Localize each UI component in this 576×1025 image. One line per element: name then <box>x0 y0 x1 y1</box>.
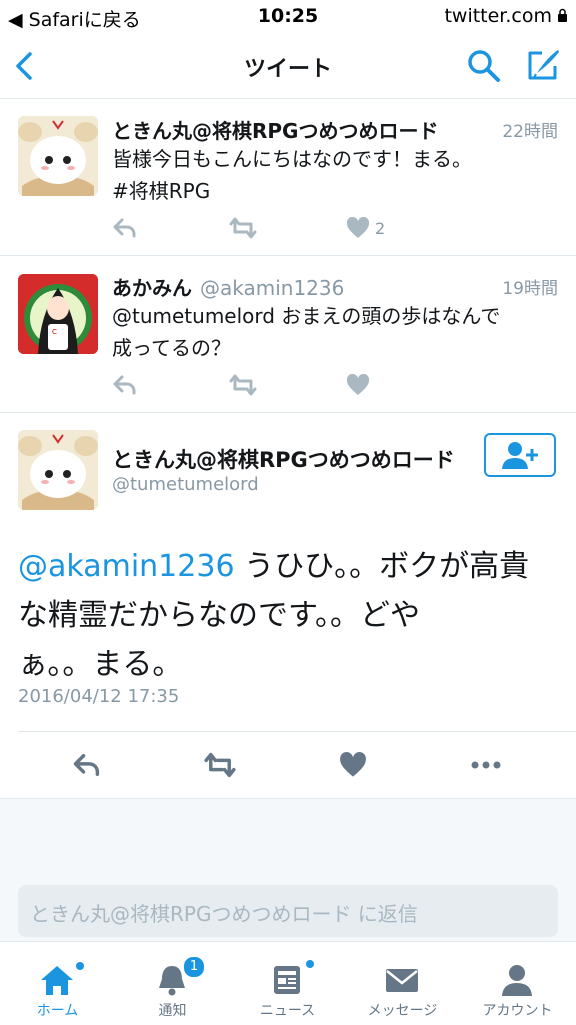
tab-notifications[interactable]: 1 通知 <box>115 942 230 1025</box>
heart-icon <box>346 217 370 238</box>
unread-dot <box>76 962 84 970</box>
tab-label: ホーム <box>36 1003 79 1019</box>
main-tweet-text: @akamin1236 うひひ。。ボクが高貴 な精霊だからなのです。。どや ぁ。… <box>18 542 558 689</box>
tweet-actions: 2 <box>112 215 412 241</box>
avatar-image <box>18 116 98 196</box>
author-handle: @akamin1236 <box>200 276 345 300</box>
tweet-text: 皆様今日もこんにちはなのです！まる。 #将棋RPG <box>112 143 552 207</box>
tab-messages[interactable]: メッセージ <box>345 942 460 1025</box>
tab-bar: ホーム 1 通知 ニュース メッセージ アカウント <box>0 941 576 1025</box>
tweet-text: @tumetumelord おまえの頭の歩はなんで 成ってるの？ <box>112 300 552 364</box>
avatar[interactable] <box>18 430 98 510</box>
tweet-author-name[interactable]: あかみん @akamin1236 <box>112 272 344 301</box>
reply-icon[interactable] <box>112 372 138 398</box>
hashtag-link[interactable]: #将棋RPG <box>112 175 552 207</box>
like-count: 2 <box>375 218 386 238</box>
follow-button[interactable] <box>484 433 556 477</box>
main-author-handle[interactable]: @tumetumelord <box>112 474 259 495</box>
reply-icon[interactable] <box>112 215 138 241</box>
tweet-time: 22時間 <box>502 122 558 142</box>
like-button[interactable]: 2 <box>346 215 385 241</box>
retweet-icon[interactable] <box>228 215 258 241</box>
heart-icon <box>346 374 370 395</box>
avatar[interactable] <box>18 116 98 196</box>
retweet-icon[interactable] <box>228 372 258 398</box>
search-icon[interactable] <box>466 48 502 84</box>
avatar[interactable]: C <box>18 274 98 354</box>
main-author-name[interactable]: ときん丸@将棋RPGつめつめロード <box>112 444 455 474</box>
tab-label: 通知 <box>158 1003 187 1019</box>
unread-dot <box>306 960 314 968</box>
tweet-actions <box>112 372 412 398</box>
tweet-text-line: 成ってるの？ <box>112 336 231 360</box>
author-name-text: ときん丸@将棋RPGつめつめロード <box>112 119 439 143</box>
add-user-icon <box>502 442 538 469</box>
tweet-text-line: 皆様今日もこんにちはなのです！まる。 <box>112 147 472 171</box>
tweet-text-line: @tumetumelord おまえの頭の歩はなんで <box>112 304 501 328</box>
notification-badge: 1 <box>183 956 205 978</box>
tweet-time: 19時間 <box>502 279 558 299</box>
like-button[interactable] <box>346 372 370 398</box>
reply-input[interactable]: ときん丸@将棋RPGつめつめロード に返信 <box>18 885 558 937</box>
tweet-item[interactable]: ときん丸@将棋RPGつめつめロード 22時間 皆様今日もこんにちはなのです！まる… <box>0 99 576 256</box>
envelope-icon <box>386 969 418 992</box>
tab-news[interactable]: ニュース <box>230 942 345 1025</box>
news-icon <box>274 966 300 994</box>
person-icon <box>502 965 532 996</box>
tweet-text-line: ぁ。。まる。 <box>18 647 183 682</box>
main-tweet-actions <box>0 732 576 799</box>
avatar-image <box>18 430 98 510</box>
nav-bar: ツイート <box>0 34 576 99</box>
tweet-item[interactable]: C あかみん @akamin1236 19時間 @tumetumelord おまえ… <box>0 256 576 413</box>
reply-icon[interactable] <box>71 750 103 780</box>
tab-home[interactable]: ホーム <box>0 942 115 1025</box>
tweet-date: 2016/04/12 17:35 <box>18 686 180 707</box>
status-host: twitter.com <box>444 5 552 27</box>
tab-label: ニュース <box>259 1003 316 1019</box>
tab-account[interactable]: アカウント <box>460 942 575 1025</box>
compose-icon[interactable] <box>524 46 562 84</box>
tab-label: アカウント <box>482 1003 553 1019</box>
status-bar: ◀ Safariに戻る 10:25 twitter.com <box>0 0 576 34</box>
home-icon <box>41 966 73 995</box>
tweet-text-line: な精霊だからなのです。。どや <box>18 598 420 633</box>
more-icon[interactable] <box>469 750 503 780</box>
tweet-author-name[interactable]: ときん丸@将棋RPGつめつめロード <box>112 115 438 144</box>
reply-placeholder: ときん丸@将棋RPGつめつめロード に返信 <box>30 902 418 926</box>
tab-label: メッセージ <box>367 1003 438 1019</box>
author-name-text: あかみん <box>112 276 192 300</box>
avatar-image: C <box>18 274 98 354</box>
tweet-text-segment: うひひ。。ボクが高貴 <box>234 549 530 584</box>
svg-text:C: C <box>52 328 57 336</box>
heart-icon[interactable] <box>339 750 367 780</box>
retweet-icon[interactable] <box>202 750 238 780</box>
mention-link[interactable]: @akamin1236 <box>18 549 235 584</box>
lock-icon <box>558 8 567 22</box>
